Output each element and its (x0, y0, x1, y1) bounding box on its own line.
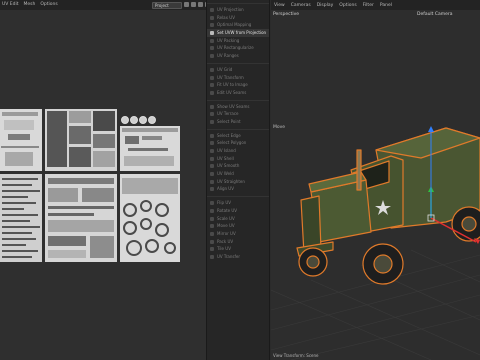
cmd-item[interactable]: Select Point (207, 118, 269, 126)
move-tool-label: Move (273, 125, 286, 130)
app-window: UV Edit Mesh Options Project UV Projecti… (0, 0, 480, 360)
uv-tool-icon[interactable] (191, 2, 196, 7)
cmd-item[interactable]: UV Projection (207, 6, 269, 14)
cmd-item[interactable]: UV Grid (207, 66, 269, 74)
uv-swatch (148, 116, 156, 124)
cmd-item[interactable]: Optimal Mapping (207, 21, 269, 29)
uv-tool-icon[interactable] (184, 2, 189, 7)
cmd-item[interactable]: Select Polygon (207, 139, 269, 147)
cmd-item[interactable]: Fit UV to Image (207, 81, 269, 89)
panel-divider (207, 60, 269, 64)
cmd-item[interactable]: UV Weld (207, 170, 269, 178)
panel-divider (207, 193, 269, 198)
cmd-item[interactable]: Select Edge (207, 132, 269, 140)
cmd-item[interactable]: Edit UV Seams (207, 89, 269, 97)
cmd-item[interactable]: Mirror UV (207, 230, 269, 238)
cmd-item[interactable]: UV Island (207, 147, 269, 155)
cmd-item[interactable]: UV Smooth (207, 162, 269, 170)
truck-scene (270, 126, 480, 360)
uv-menu-item[interactable]: Mesh (24, 0, 36, 10)
uv-tool-icon[interactable] (198, 2, 203, 7)
vp-menu-item[interactable]: Panel (380, 3, 392, 8)
cmd-item[interactable]: Show UV Seams (207, 103, 269, 111)
cmd-item[interactable]: UV Transform (207, 74, 269, 82)
panel-divider (207, 0, 269, 4)
viewport-status: View Transform: Scene (273, 353, 319, 358)
vp-menu-item[interactable]: Cameras (291, 3, 311, 8)
uv-swatch (130, 116, 138, 124)
camera-label[interactable]: Default Camera (417, 12, 453, 17)
uv-swatch (121, 116, 129, 124)
viewport-name: Perspective (273, 12, 300, 17)
cmd-item-active[interactable]: Set UVW from Projection (207, 29, 269, 37)
uv-editor: UV Edit Mesh Options Project (0, 0, 210, 360)
viewport-menubar: View Cameras Display Options Filter Pane… (271, 0, 480, 10)
uv-swatch (139, 116, 147, 124)
cmd-item[interactable]: UV Transfer (207, 253, 269, 261)
projection-select[interactable]: Project (152, 2, 182, 9)
panel-divider (207, 126, 269, 130)
cmd-item[interactable]: Flip UV (207, 199, 269, 207)
viewport-canvas[interactable] (270, 10, 480, 360)
uv-canvas[interactable] (0, 10, 206, 360)
uv-menu-item[interactable]: UV Edit (2, 0, 19, 10)
cmd-item[interactable]: Tile UV (207, 245, 269, 253)
cmd-item[interactable]: UV Shell (207, 155, 269, 163)
cmd-item[interactable]: UV Packing (207, 37, 269, 45)
vp-menu-item[interactable]: Display (317, 3, 334, 8)
vp-menu-item[interactable]: View (274, 3, 285, 8)
cmd-item[interactable]: Scale UV (207, 215, 269, 223)
uv-command-panel: UV Projection Relax UV Optimal Mapping S… (206, 0, 270, 360)
cmd-item[interactable]: Move UV (207, 222, 269, 230)
cmd-item[interactable]: UV Straighten (207, 178, 269, 186)
vp-menu-item[interactable]: Options (339, 3, 356, 8)
cmd-item[interactable]: Rotate UV (207, 207, 269, 215)
uv-map-texture (0, 109, 180, 262)
cmd-item[interactable]: Relax UV (207, 14, 269, 22)
cmd-item[interactable]: Align UV (207, 185, 269, 193)
cmd-item[interactable]: UV Ranges (207, 52, 269, 60)
viewport-3d: View Cameras Display Options Filter Pane… (270, 0, 480, 360)
vp-menu-item[interactable]: Filter (363, 3, 374, 8)
cmd-item[interactable]: UV Terrace (207, 110, 269, 118)
uv-swatch-row (121, 116, 156, 124)
uv-menu-item[interactable]: Options (40, 0, 57, 10)
cmd-item[interactable]: Pack UV (207, 238, 269, 246)
cmd-item[interactable]: UV Rectangularize (207, 44, 269, 52)
panel-divider (207, 97, 269, 101)
